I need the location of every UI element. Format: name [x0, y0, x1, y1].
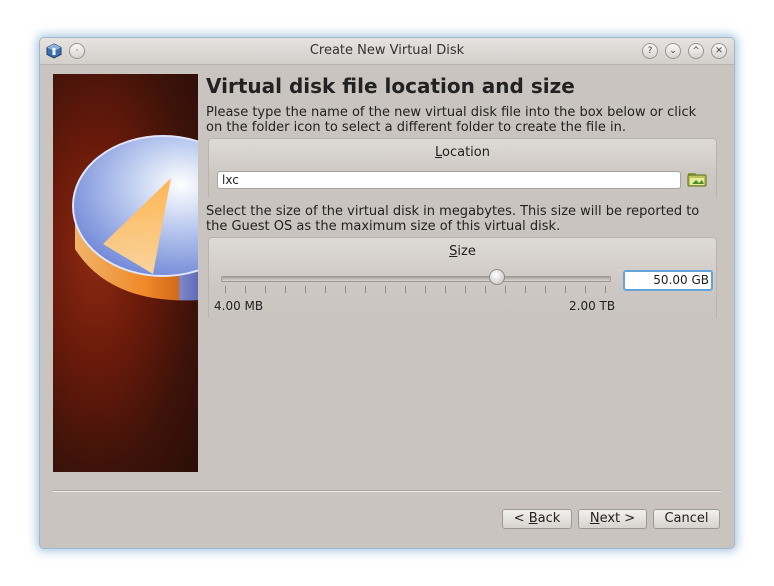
size-description: Select the size of the virtual disk in m… [206, 204, 700, 234]
size-min-label: 4.00 MB [214, 299, 264, 313]
size-max-label: 2.00 TB [569, 299, 616, 313]
slider-tick [305, 286, 306, 293]
maximize-button[interactable]: ^ [688, 43, 704, 59]
slider-tick [225, 286, 226, 293]
slider-tick [405, 286, 406, 293]
location-group: Location lxc [208, 138, 717, 197]
back-prefix: < [513, 511, 529, 526]
slider-tick [525, 286, 526, 293]
slider-tick [385, 286, 386, 293]
location-mnemonic: L [435, 145, 443, 160]
button-separator [53, 490, 721, 492]
size-input[interactable]: 50.00 GB [623, 270, 713, 291]
cancel-button[interactable]: Cancel [653, 509, 720, 529]
back-button[interactable]: < Back [502, 509, 572, 529]
location-title-rest: ocation [442, 145, 490, 160]
next-rest: ext > [599, 511, 636, 526]
size-title-rest: ize [457, 244, 476, 259]
next-button[interactable]: Next > [578, 509, 647, 529]
page-heading: Virtual disk file location and size [206, 74, 575, 98]
slider-tick [285, 286, 286, 293]
size-slider-handle[interactable] [489, 269, 505, 285]
slider-tick [565, 286, 566, 293]
slider-tick [445, 286, 446, 293]
slider-tick [585, 286, 586, 293]
size-slider-track[interactable] [221, 276, 611, 282]
window-title: Create New Virtual Disk [309, 43, 465, 58]
close-button[interactable]: ✕ [711, 43, 727, 59]
create-virtual-disk-dialog: · Create New Virtual Disk ? ⌄ ^ ✕ Virtua… [40, 38, 734, 548]
slider-tick [325, 286, 326, 293]
location-input[interactable]: lxc [217, 171, 681, 189]
size-group: Size 4.00 MB 2.00 TB 50.00 GB [208, 237, 717, 318]
slider-tick [605, 286, 606, 293]
back-rest: ack [537, 511, 561, 526]
slider-tick [245, 286, 246, 293]
slider-tick [505, 286, 506, 293]
slider-tick [365, 286, 366, 293]
help-button[interactable]: ? [642, 43, 658, 59]
slider-tick [465, 286, 466, 293]
location-description: Please type the name of the new virtual … [206, 105, 697, 135]
folder-icon[interactable] [687, 170, 707, 188]
slider-tick [345, 286, 346, 293]
slider-tick [265, 286, 266, 293]
location-group-title: Location [209, 145, 716, 160]
slider-tick [485, 286, 486, 293]
slider-tick [425, 286, 426, 293]
back-mnemonic: B [528, 511, 538, 526]
disk-pie-graphic [72, 135, 198, 301]
wizard-side-image [53, 74, 198, 472]
size-group-title: Size [209, 244, 716, 259]
minimize-button[interactable]: ⌄ [665, 43, 681, 59]
slider-tick [545, 286, 546, 293]
title-bar: · Create New Virtual Disk ? ⌄ ^ ✕ [40, 38, 734, 65]
next-mnemonic: N [589, 511, 600, 526]
